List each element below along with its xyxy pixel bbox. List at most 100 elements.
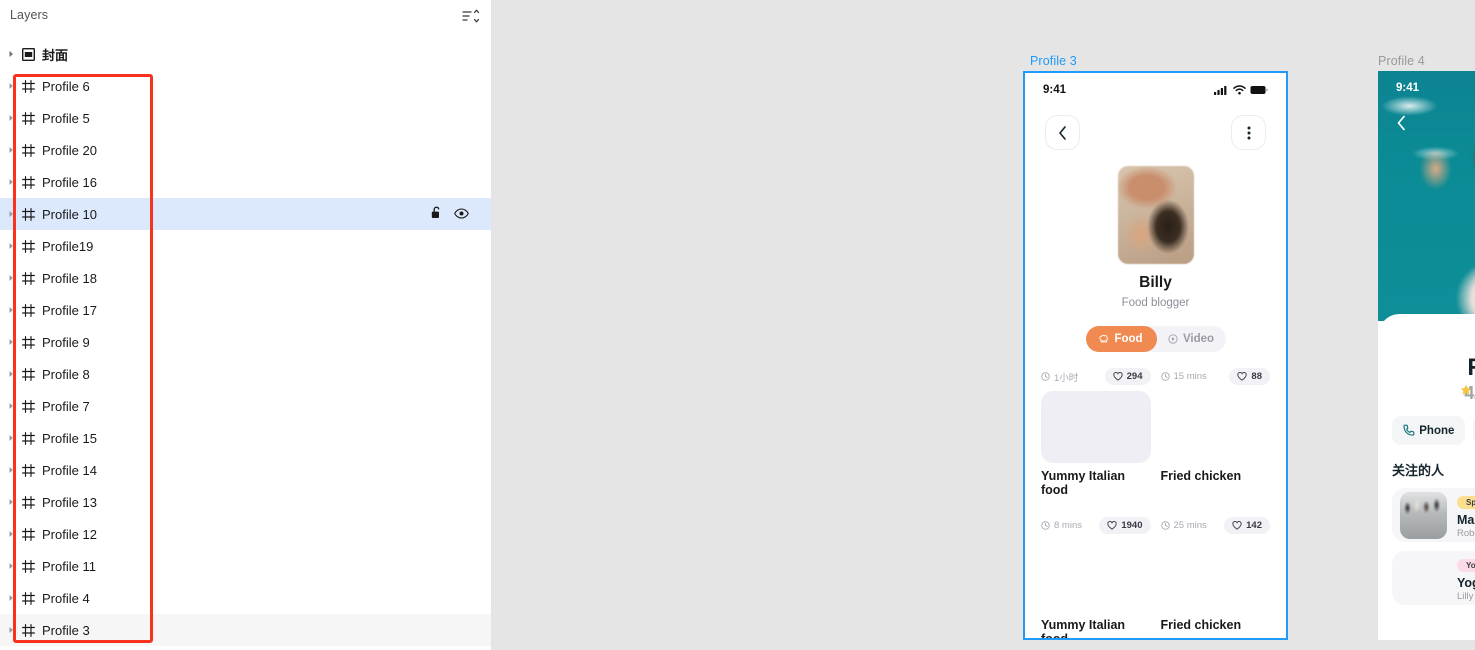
profile4-card: Following Richael 4.8 1200 followers	[1378, 314, 1475, 640]
eye-icon[interactable]	[454, 207, 469, 222]
post-likes[interactable]: 142	[1224, 517, 1270, 534]
post-meta: 8 mins 1940	[1041, 517, 1151, 534]
layer-row[interactable]: Profile 15	[0, 422, 491, 454]
layer-row[interactable]: Profile 5	[0, 102, 491, 134]
post-time: 15 mins	[1160, 371, 1207, 382]
chevron-right-icon[interactable]	[4, 70, 18, 102]
chevron-right-icon[interactable]	[4, 326, 18, 358]
post-time: 8 mins	[1041, 520, 1082, 531]
frame-icon	[18, 614, 38, 646]
layer-row[interactable]: Profile 20	[0, 134, 491, 166]
layer-label: Profile 14	[42, 462, 97, 478]
chevron-right-icon[interactable]	[4, 582, 18, 614]
layer-label: Profile19	[42, 238, 94, 254]
chevron-right-icon[interactable]	[4, 422, 18, 454]
post-thumbnail[interactable]	[1041, 391, 1151, 463]
chevron-right-icon[interactable]	[4, 198, 18, 230]
post-title: Fried chicken	[1160, 618, 1242, 632]
layers-panel: Layers 封面 Profile 6 Profile 5 Profile 20…	[0, 0, 492, 650]
status-bar: 9:41	[1025, 73, 1286, 107]
frame-profile-4[interactable]: 9:41 Phone 关注的人 Sp Ma Rob Yo Yo Lilly	[1378, 71, 1475, 640]
post-likes[interactable]: 88	[1229, 368, 1270, 385]
layer-row[interactable]: Profile 17	[0, 294, 491, 326]
tab-food[interactable]: Food	[1085, 326, 1157, 352]
more-menu-button[interactable]	[1231, 115, 1266, 150]
frame-label-profile-4[interactable]: Profile 4	[1378, 54, 1425, 68]
layer-row[interactable]: Profile 4	[0, 582, 491, 614]
hero-person	[1378, 131, 1475, 321]
layer-row[interactable]: Profile 3	[0, 614, 491, 646]
post-thumbnail[interactable]	[1041, 540, 1151, 612]
layer-row[interactable]: Profile 6	[0, 70, 491, 102]
post-meta: 15 mins 88	[1160, 368, 1270, 385]
tab-video[interactable]: Video	[1157, 326, 1226, 352]
chevron-right-icon[interactable]	[4, 102, 18, 134]
chevron-right-icon[interactable]	[4, 518, 18, 550]
post-thumbnail[interactable]	[1161, 391, 1271, 463]
layer-label: Profile 11	[42, 558, 96, 574]
layer-row[interactable]: Profile19	[0, 230, 491, 262]
frame-icon	[18, 230, 38, 262]
unlock-icon[interactable]	[431, 206, 442, 222]
chevron-right-icon[interactable]	[4, 358, 18, 390]
follow-card-body: Yoga Yoga Lilly	[1447, 555, 1475, 602]
post-card[interactable]: 25 mins 142 Fried chicken	[1160, 517, 1271, 638]
layer-row[interactable]: Profile 14	[0, 454, 491, 486]
frame-icon	[18, 70, 38, 102]
cellular-icon	[1214, 86, 1227, 95]
layer-row[interactable]: Profile 18	[0, 262, 491, 294]
frame-icon	[18, 294, 38, 326]
post-likes[interactable]: 1940	[1099, 517, 1151, 534]
layer-row[interactable]: Profile 11	[0, 550, 491, 582]
star-icon	[1461, 384, 1472, 395]
post-thumbnail[interactable]	[1161, 540, 1271, 612]
chevron-right-icon[interactable]	[4, 614, 18, 646]
post-grid: 1小时 294 Yummy Italian food 15 mins 88 Fr…	[1025, 368, 1286, 638]
layer-row[interactable]: Profile 13	[0, 486, 491, 518]
frame-label-profile-3[interactable]: Profile 3	[1030, 54, 1077, 68]
back-button[interactable]	[1045, 115, 1080, 150]
chevron-right-icon[interactable]	[4, 230, 18, 262]
chevron-right-icon[interactable]	[4, 390, 18, 422]
battery-icon	[1250, 86, 1268, 94]
design-canvas[interactable]: Profile 3 9:41 Billy Food blogger Food V…	[493, 0, 1475, 650]
chevron-right-icon[interactable]	[4, 294, 18, 326]
layer-label: 封面	[42, 47, 69, 63]
frame-profile-3[interactable]: 9:41 Billy Food blogger Food Video 1小时 2…	[1023, 71, 1288, 640]
clock-icon	[1041, 372, 1050, 381]
back-button[interactable]	[1396, 113, 1416, 133]
chevron-right-icon[interactable]	[4, 38, 18, 70]
sort-icon[interactable]	[461, 8, 480, 24]
chevron-right-icon[interactable]	[4, 166, 18, 198]
follow-card[interactable]: Sports Marathon Robort	[1392, 488, 1475, 542]
post-card[interactable]: 15 mins 88 Fried chicken	[1160, 368, 1271, 497]
follow-card-list: Sports Marathon Robort Yoga Yoga Lilly	[1378, 488, 1475, 605]
post-card[interactable]: 1小时 294 Yummy Italian food	[1041, 368, 1151, 497]
clock-icon	[1041, 521, 1050, 530]
phone-button[interactable]: Phone	[1392, 416, 1465, 445]
layer-row[interactable]: Profile 7	[0, 390, 491, 422]
layer-row-section[interactable]: 封面	[0, 38, 491, 70]
layer-row[interactable]: Profile 16	[0, 166, 491, 198]
clock-icon	[1160, 372, 1170, 381]
layer-row[interactable]: Profile 10	[0, 198, 491, 230]
phone-label: Phone	[1419, 424, 1455, 437]
post-likes[interactable]: 294	[1104, 368, 1151, 385]
layer-label: Profile 15	[42, 430, 97, 446]
action-buttons: Phone WA Likes	[1378, 416, 1475, 445]
layer-label: Profile 8	[42, 366, 90, 382]
layer-row[interactable]: Profile 8	[0, 358, 491, 390]
unlock-icon	[431, 206, 440, 218]
chevron-right-icon[interactable]	[4, 454, 18, 486]
heart-icon	[1232, 521, 1242, 530]
layer-row[interactable]: Profile 12	[0, 518, 491, 550]
layer-row[interactable]: Profile 9	[0, 326, 491, 358]
chevron-right-icon[interactable]	[4, 262, 18, 294]
chevron-right-icon[interactable]	[4, 486, 18, 518]
post-card[interactable]: 8 mins 1940 Yummy Italian food	[1041, 517, 1151, 638]
layers-list: 封面 Profile 6 Profile 5 Profile 20 Profil…	[0, 38, 491, 646]
chevron-right-icon[interactable]	[4, 550, 18, 582]
follow-card[interactable]: Yoga Yoga Lilly	[1392, 551, 1475, 605]
chevron-right-icon[interactable]	[4, 134, 18, 166]
layer-label: Profile 12	[42, 526, 97, 542]
